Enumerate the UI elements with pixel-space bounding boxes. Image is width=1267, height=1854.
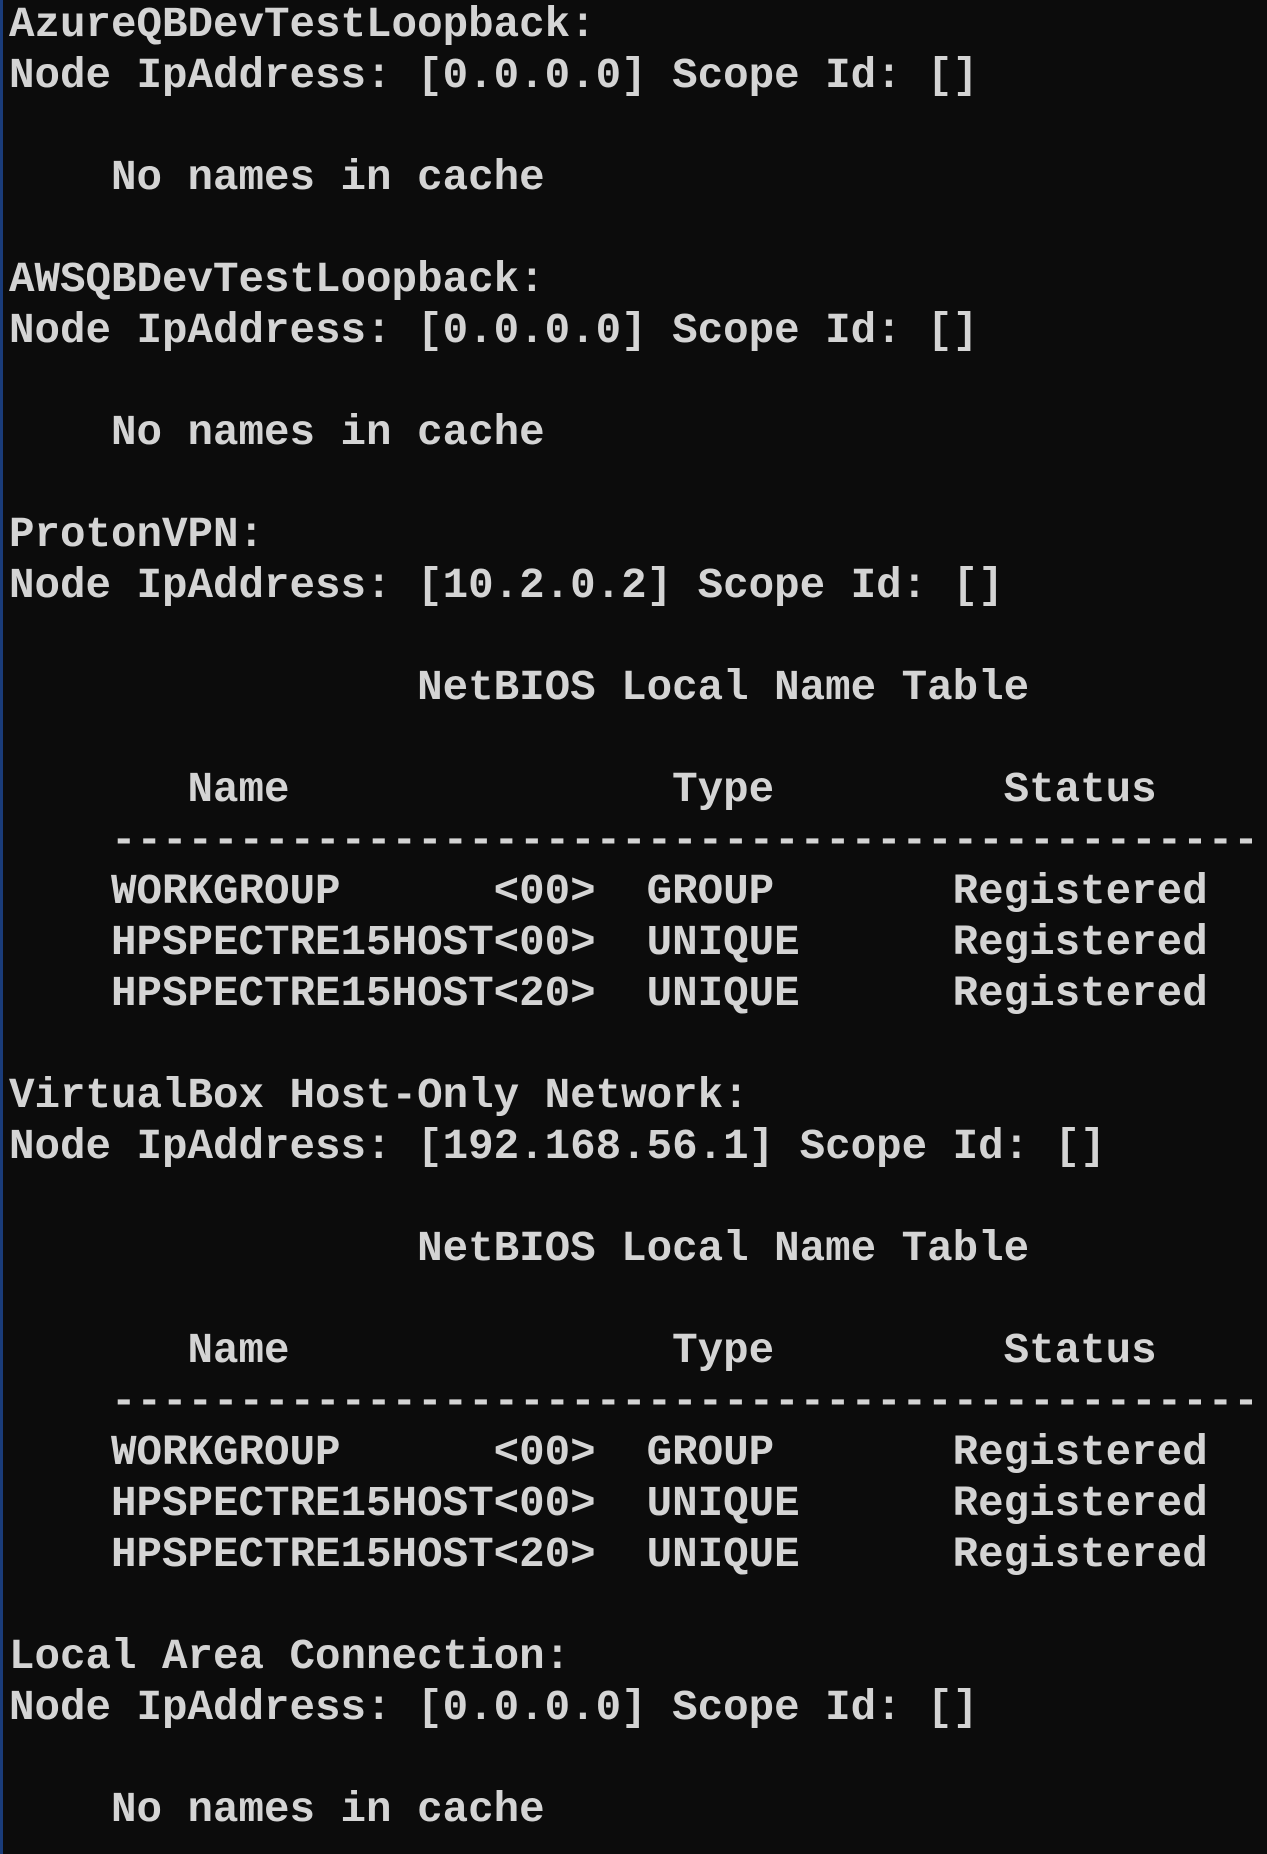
line-9 (9, 459, 1267, 510)
line-26: Name Type Status (9, 1327, 1157, 1375)
line-1: Node IpAddress: [0.0.0.0] Scope Id: [] (9, 52, 979, 100)
line-5: AWSQBDevTestLoopback: (9, 256, 545, 304)
line-34 (9, 1734, 1267, 1785)
line-0: AzureQBDevTestLoopback: (9, 1, 596, 49)
line-14 (9, 714, 1267, 765)
line-10: ProtonVPN: (9, 511, 265, 559)
line-12 (9, 612, 1267, 663)
line-27: ----------------------------------------… (9, 1378, 1259, 1426)
line-11: Node IpAddress: [10.2.0.2] Scope Id: [] (9, 562, 1004, 610)
line-23 (9, 1173, 1267, 1224)
line-4 (9, 204, 1267, 255)
line-25 (9, 1275, 1267, 1326)
line-19: HPSPECTRE15HOST<20> UNIQUE Registered (9, 970, 1208, 1018)
line-30: HPSPECTRE15HOST<20> UNIQUE Registered (9, 1531, 1208, 1579)
line-6: Node IpAddress: [0.0.0.0] Scope Id: [] (9, 307, 979, 355)
line-21: VirtualBox Host-Only Network: (9, 1072, 749, 1120)
line-15: Name Type Status (9, 766, 1157, 814)
line-13: NetBIOS Local Name Table (9, 664, 1030, 712)
line-20 (9, 1020, 1267, 1071)
terminal-output[interactable]: AzureQBDevTestLoopback: Node IpAddress: … (0, 0, 1267, 1854)
line-28: WORKGROUP <00> GROUP Registered (9, 1429, 1208, 1477)
line-3: No names in cache (9, 154, 545, 202)
line-2 (9, 102, 1267, 153)
line-31 (9, 1581, 1267, 1632)
line-18: HPSPECTRE15HOST<00> UNIQUE Registered (9, 919, 1208, 967)
line-17: WORKGROUP <00> GROUP Registered (9, 868, 1208, 916)
line-22: Node IpAddress: [192.168.56.1] Scope Id:… (9, 1123, 1106, 1171)
line-35: No names in cache (9, 1786, 545, 1834)
line-7 (9, 357, 1267, 408)
line-16: ----------------------------------------… (9, 817, 1259, 865)
line-8: No names in cache (9, 409, 545, 457)
line-33: Node IpAddress: [0.0.0.0] Scope Id: [] (9, 1684, 979, 1732)
line-29: HPSPECTRE15HOST<00> UNIQUE Registered (9, 1480, 1208, 1528)
line-32: Local Area Connection: (9, 1633, 571, 1681)
line-24: NetBIOS Local Name Table (9, 1225, 1030, 1273)
